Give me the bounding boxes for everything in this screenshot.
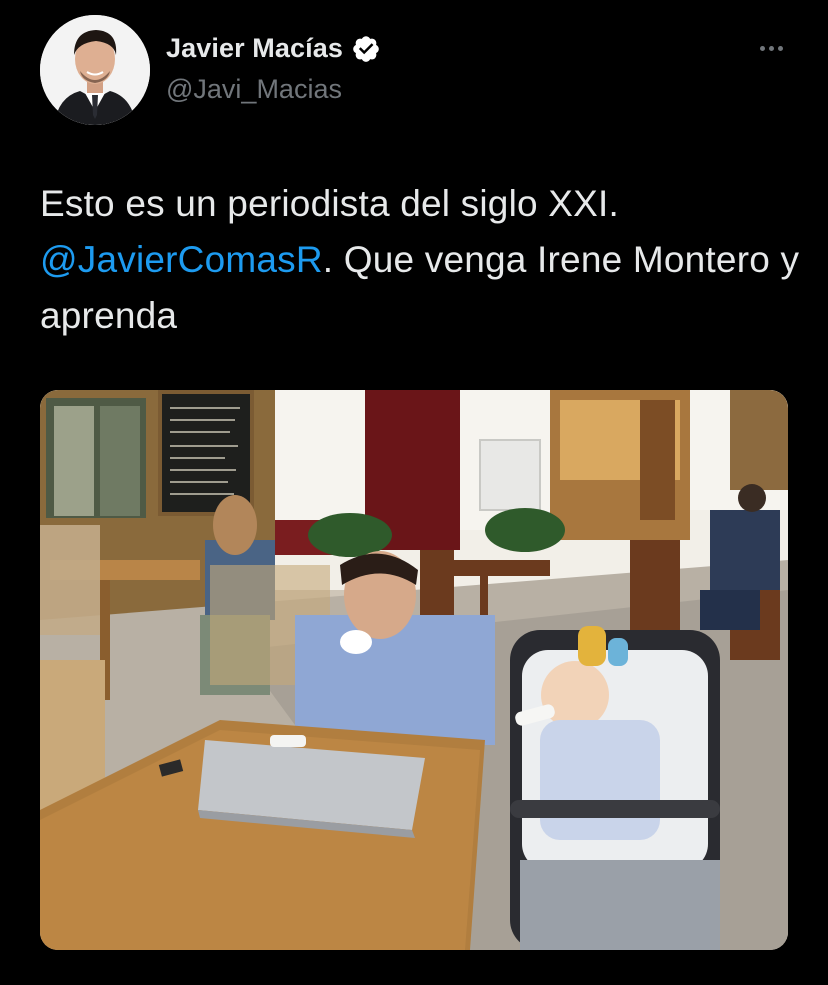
verified-badge-icon — [353, 35, 379, 62]
more-dot — [768, 45, 774, 51]
tweet-text-part1: Esto es un periodista del siglo XXI. — [40, 183, 619, 224]
more-options-icon[interactable] — [748, 30, 794, 66]
tweet-photo[interactable] — [40, 390, 788, 950]
more-dot — [777, 45, 783, 51]
tweet-text: Esto es un periodista del siglo XXI. @Jav… — [40, 176, 800, 344]
author-name-row: Javier Macías — [166, 33, 381, 64]
mention-link[interactable]: @JavierComasR — [40, 239, 323, 280]
avatar[interactable] — [40, 15, 150, 125]
more-dot — [759, 45, 765, 51]
cafe-terrace-photo — [40, 390, 788, 950]
author-handle[interactable]: @Javi_Macias — [166, 74, 342, 105]
author-display-name[interactable]: Javier Macías — [166, 33, 343, 64]
tweet: Javier Macías @Javi_Macias Esto es un pe… — [0, 0, 828, 985]
